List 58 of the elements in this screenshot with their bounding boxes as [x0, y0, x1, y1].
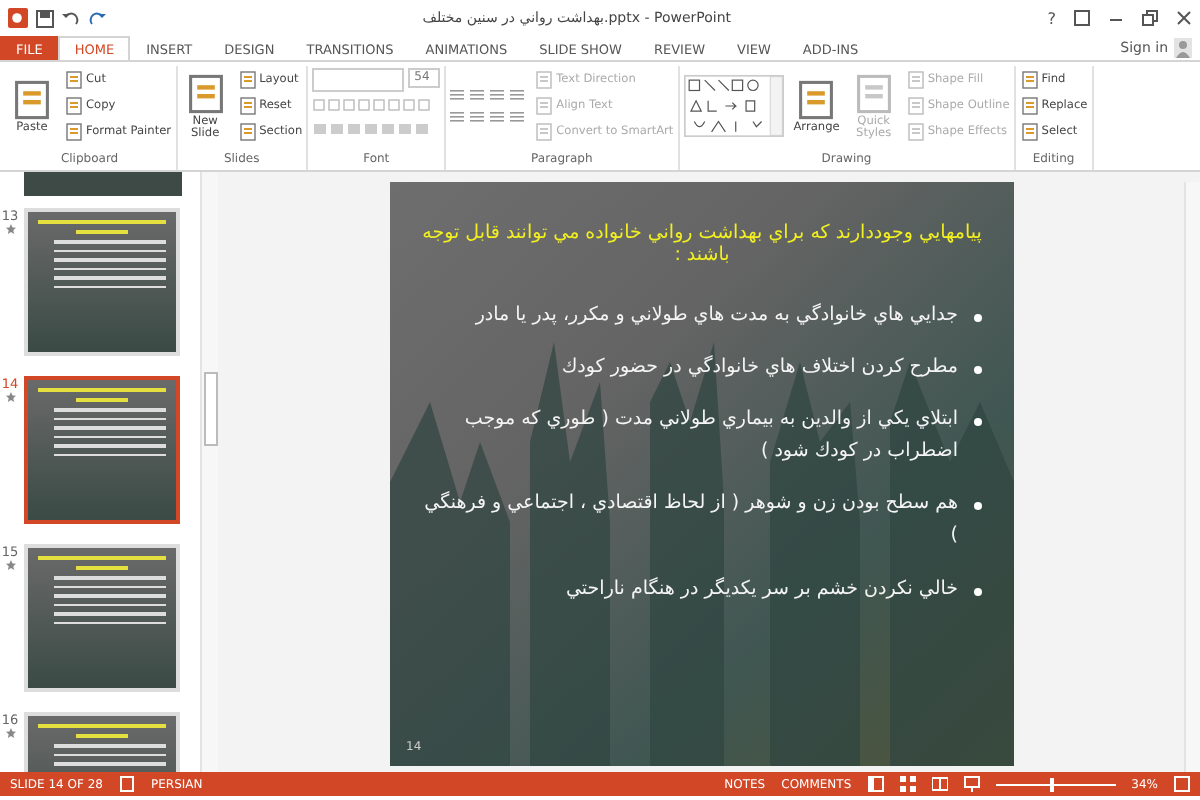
- page-icon: [10, 77, 54, 121]
- bullet-icon: [974, 418, 982, 427]
- page-icon: [237, 69, 258, 89]
- redo-icon[interactable]: [88, 9, 106, 27]
- ribbon-display-icon[interactable]: [1074, 10, 1090, 26]
- restore-icon[interactable]: [1142, 10, 1158, 26]
- page-icon: [905, 95, 926, 115]
- user-silhouette-icon: [1174, 38, 1192, 58]
- reading-view-icon[interactable]: [931, 776, 948, 792]
- star-icon: [5, 728, 15, 738]
- bullet-text: خالي نكردن خشم بر سر يكديگر در هنگام ناراحتي: [566, 575, 958, 604]
- page-icon: [1019, 69, 1040, 89]
- undo-icon[interactable]: [62, 9, 80, 27]
- close-icon[interactable]: [1176, 10, 1192, 26]
- page-icon: [534, 69, 555, 89]
- scrollbar-thumb[interactable]: [204, 372, 218, 446]
- page-icon: [237, 95, 258, 115]
- page-icon: [905, 121, 926, 141]
- font-name-field[interactable]: [312, 67, 405, 91]
- save-icon[interactable]: [36, 9, 54, 27]
- slide-thumbnail[interactable]: [24, 376, 180, 524]
- bullet-icon: [974, 502, 982, 511]
- bullet-icon: [974, 313, 982, 322]
- page-icon: [534, 95, 555, 115]
- scrollbar[interactable]: [1184, 182, 1200, 772]
- fit-slide-icon[interactable]: [1174, 776, 1190, 792]
- page-icon: [794, 77, 839, 121]
- app-logo-icon: [8, 8, 28, 28]
- bullet-icon: [974, 365, 982, 374]
- help-button[interactable]: ?: [1047, 9, 1056, 27]
- scrollbar[interactable]: [200, 172, 218, 772]
- slide-sorter-icon[interactable]: [899, 776, 916, 792]
- star-icon: [5, 392, 15, 402]
- star-icon: [5, 560, 15, 570]
- page-icon: [1019, 95, 1040, 115]
- bullet-icon: [974, 587, 982, 596]
- slide-thumbnail[interactable]: [24, 172, 182, 196]
- page-icon: [237, 121, 258, 141]
- star-icon: [5, 224, 15, 234]
- page-icon: [64, 121, 84, 141]
- bullet-text: جدايي هاي خانوادگي به مدت هاي طولاني و مكرر، پدر يا مادر: [475, 301, 958, 330]
- slideshow-icon[interactable]: [963, 776, 980, 792]
- normal-view-icon[interactable]: [867, 776, 884, 792]
- page-icon: [851, 71, 896, 115]
- page-icon: [1019, 121, 1040, 141]
- paragraph-tools-drawing: [450, 89, 527, 121]
- zoom-slider-thumb[interactable]: [1049, 777, 1054, 791]
- page-icon: [64, 69, 84, 89]
- page-icon: [183, 71, 228, 115]
- proofing-icon[interactable]: [119, 776, 135, 792]
- bullet-text: مطرح كردن اختلاف هاي خانوادگي در حضور كودك: [561, 353, 958, 382]
- shapes-gallery[interactable]: [683, 69, 784, 141]
- page-icon: [905, 69, 926, 89]
- bullet-text: هم سطح بودن زن و شوهر ( از لحاظ اقتصادي ، اجتماعي و فرهنگي ): [422, 489, 958, 551]
- page-icon: [534, 121, 555, 141]
- bullet-text: ابتلاي يكي از والدين به بيماري طولاني مدت ( طوري كه موجب اضطراب در كودك شود ): [462, 406, 958, 467]
- page-icon: [64, 95, 84, 115]
- slide-title: پيامهايي وجوددارند كه براي بهداشت رواني خانواده مي توانند قابل توجه باشند :: [422, 222, 982, 268]
